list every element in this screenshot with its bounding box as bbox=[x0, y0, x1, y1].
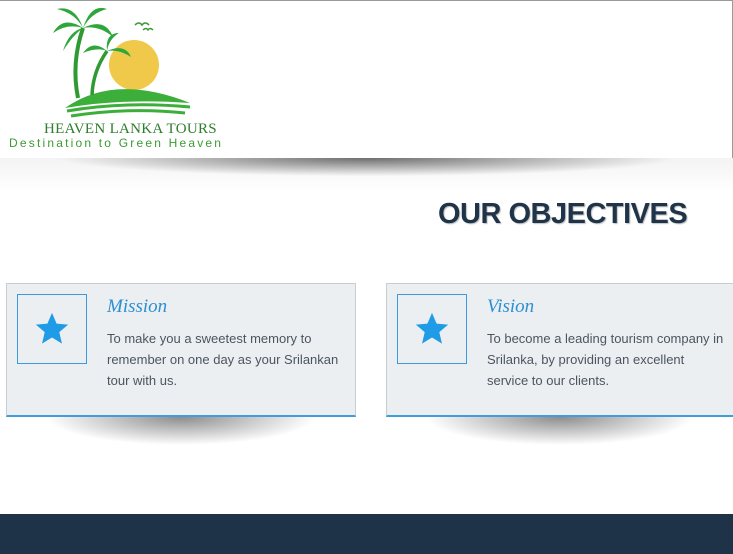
palm-island-logo-icon bbox=[53, 7, 191, 118]
star-icon bbox=[35, 312, 69, 344]
mission-title: Mission bbox=[107, 296, 168, 317]
vision-icon-box bbox=[397, 294, 467, 364]
vision-card-shadow bbox=[386, 417, 733, 457]
header-shadow bbox=[0, 158, 733, 192]
mission-icon-box bbox=[17, 294, 87, 364]
vision-card: Vision To become a leading tourism compa… bbox=[386, 283, 733, 417]
section-title: OUR OBJECTIVES bbox=[438, 198, 688, 230]
logo[interactable]: HEAVEN LANKA TOURS Destination to Green … bbox=[0, 1, 260, 159]
site-header: HEAVEN LANKA TOURS Destination to Green … bbox=[0, 0, 733, 158]
mission-text: To make you a sweetest memory to remembe… bbox=[107, 331, 339, 388]
vision-title: Vision bbox=[487, 296, 535, 317]
mission-card: Mission To make you a sweetest memory to… bbox=[6, 283, 356, 417]
brand-tagline: Destination to Green Heaven bbox=[9, 136, 224, 150]
footer-band bbox=[0, 514, 733, 554]
star-icon bbox=[415, 312, 449, 344]
vision-text: To become a leading tourism company in S… bbox=[487, 331, 724, 388]
mission-card-shadow bbox=[6, 417, 356, 457]
